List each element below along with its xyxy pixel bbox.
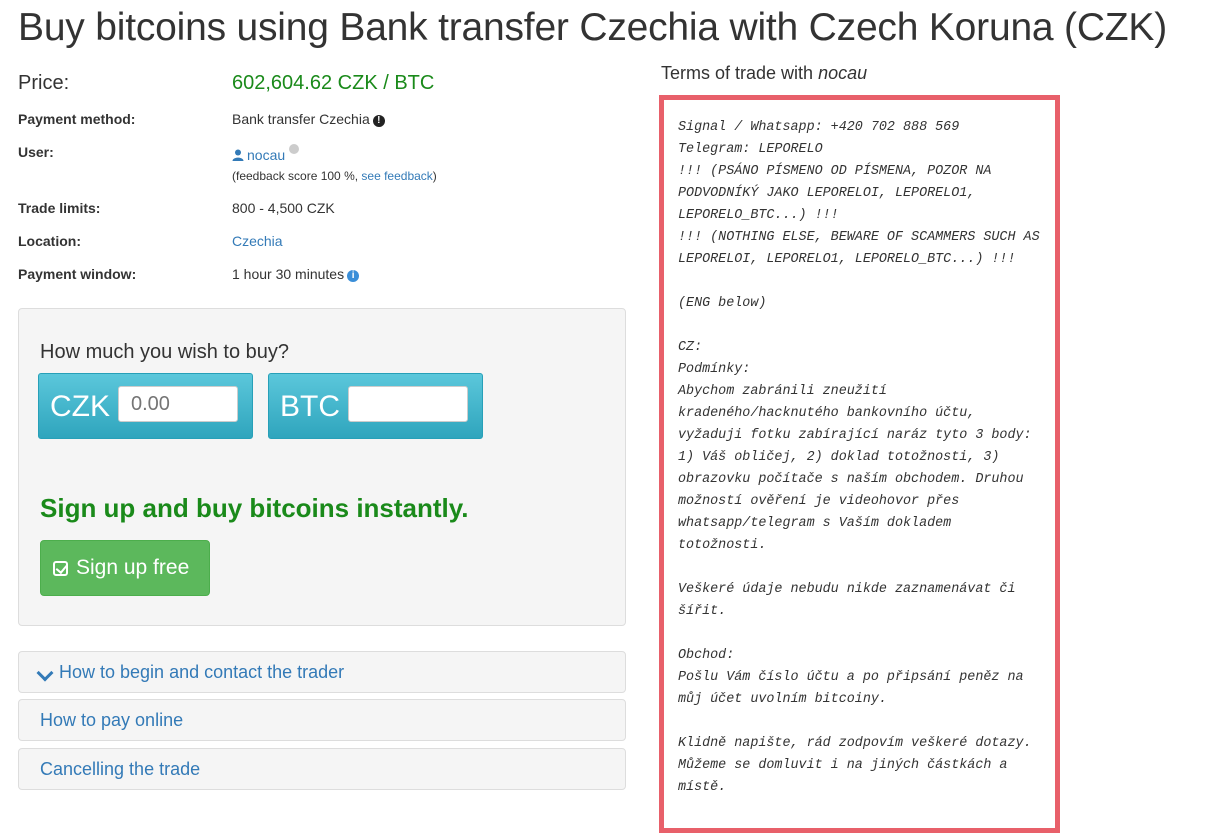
page-title: Buy bitcoins using Bank transfer Czechia… bbox=[18, 6, 1168, 49]
payment-method-text: Bank transfer Czechia bbox=[232, 111, 370, 127]
signup-button[interactable]: Sign up free bbox=[40, 540, 210, 596]
buy-box: How much you wish to buy? CZK BTC Sign u… bbox=[18, 308, 626, 626]
price-label: Price: bbox=[18, 72, 70, 94]
terms-heading: Terms of trade with nocau bbox=[661, 63, 867, 84]
info-icon[interactable]: i bbox=[347, 270, 360, 282]
check-square-icon bbox=[53, 560, 68, 576]
accordion-label: How to pay online bbox=[40, 710, 184, 730]
accordion-cancelling[interactable]: Cancelling the trade bbox=[18, 748, 626, 790]
payment-window-text: 1 hour 30 minutes bbox=[232, 266, 345, 282]
fiat-amount-input[interactable] bbox=[118, 386, 238, 422]
accordion-how-to-begin[interactable]: How to begin and contact the trader bbox=[18, 651, 626, 693]
payment-method-value: Bank transfer Czechia! bbox=[232, 111, 385, 127]
location-label: Location: bbox=[18, 233, 81, 249]
location-link[interactable]: Czechia bbox=[232, 233, 283, 249]
feedback-text: (feedback score 100 %, see feedback) bbox=[232, 169, 437, 183]
user-value: nocau bbox=[232, 144, 300, 163]
trade-limits-label: Trade limits: bbox=[18, 200, 101, 216]
accordion-label: How to begin and contact the trader bbox=[59, 662, 345, 682]
terms-heading-prefix: Terms of trade with bbox=[661, 63, 819, 83]
buy-question: How much you wish to buy? bbox=[40, 341, 290, 363]
fiat-currency-label: CZK bbox=[50, 390, 110, 423]
btc-amount-input[interactable] bbox=[348, 386, 468, 422]
payment-window-value: 1 hour 30 minutes i bbox=[232, 266, 360, 282]
feedback-suffix: ) bbox=[432, 169, 437, 183]
accordion-label: Cancelling the trade bbox=[40, 759, 201, 779]
signup-button-label: Sign up free bbox=[76, 556, 190, 579]
btc-amount-group: BTC bbox=[268, 373, 483, 439]
payment-window-label: Payment window: bbox=[18, 266, 137, 282]
terms-text: Signal / Whatsapp: +420 702 888 569 Tele… bbox=[678, 120, 1040, 795]
payment-method-label: Payment method: bbox=[18, 111, 136, 127]
fiat-amount-group: CZK bbox=[38, 373, 253, 439]
feedback-prefix: (feedback score 100 %, bbox=[232, 169, 362, 183]
btc-currency-label: BTC bbox=[280, 390, 340, 423]
price-value: 602,604.62 CZK / BTC bbox=[232, 72, 435, 94]
user-link[interactable]: nocau bbox=[232, 147, 285, 163]
user-name: nocau bbox=[247, 147, 286, 163]
user-icon bbox=[232, 149, 244, 161]
terms-heading-user: nocau bbox=[818, 63, 868, 83]
chevron-down-icon bbox=[36, 664, 54, 682]
see-feedback-link[interactable]: see feedback bbox=[361, 169, 432, 183]
accordion-how-to-pay[interactable]: How to pay online bbox=[18, 699, 626, 741]
trade-limits-value: 800 - 4,500 CZK bbox=[232, 200, 335, 216]
terms-of-trade-box: Signal / Whatsapp: +420 702 888 569 Tele… bbox=[659, 95, 1060, 833]
exclamation-info-icon[interactable]: ! bbox=[372, 115, 385, 127]
status-dot-icon bbox=[289, 144, 300, 154]
user-label: User: bbox=[18, 144, 54, 160]
signup-prompt: Sign up and buy bitcoins instantly. bbox=[40, 493, 469, 523]
